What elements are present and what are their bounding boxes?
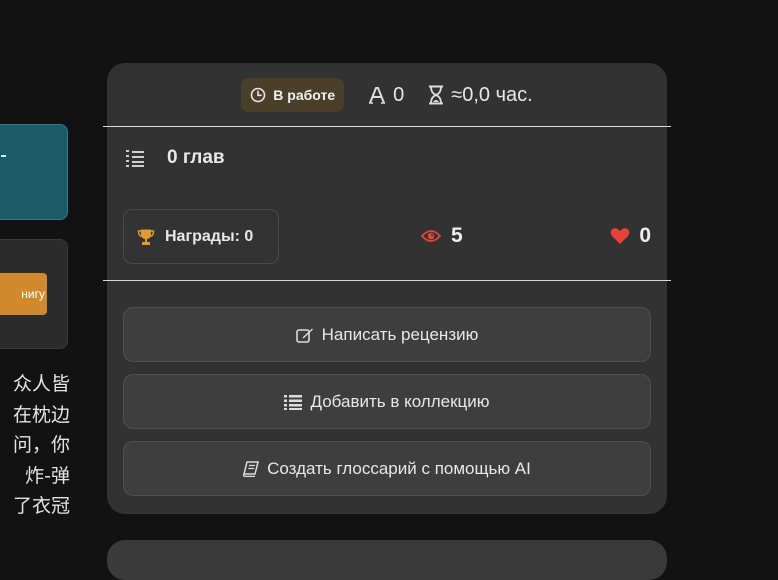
book-info-card: В работе 0 ≈0,0 час. 0 глав Награды: 0 5… xyxy=(103,63,671,514)
edit-icon xyxy=(295,327,314,343)
divider xyxy=(103,126,671,127)
letters-count: 0 xyxy=(393,83,405,106)
left-text-line: 炸-弹 xyxy=(25,464,70,487)
font-size-icon xyxy=(368,86,386,104)
reading-time-stat: ≈0,0 час. xyxy=(428,83,533,107)
left-text-line: 众人皆 xyxy=(12,373,70,395)
list-icon xyxy=(284,394,303,410)
left-teal-card[interactable] xyxy=(0,124,68,220)
reading-time: ≈0,0 час. xyxy=(451,83,533,106)
list-numbered-icon xyxy=(125,148,145,168)
awards-button[interactable]: Награды: 0 xyxy=(123,209,279,264)
create-glossary-label: Создать глоссарий с помощью AI xyxy=(267,458,531,478)
left-text-line: 了衣冠 xyxy=(12,495,70,517)
left-text-line: 问，你 xyxy=(12,434,70,456)
eye-icon xyxy=(421,229,441,243)
letters-stat: 0 xyxy=(368,84,404,107)
left-book-button[interactable]: нигу xyxy=(0,273,47,315)
chapters-count: 0 глав xyxy=(167,147,225,168)
left-text-line: 在枕边 xyxy=(12,403,70,426)
views-stat: 5 xyxy=(421,224,463,248)
create-glossary-button[interactable]: Создать глоссарий с помощью AI xyxy=(123,441,651,496)
awards-label: Награды: 0 xyxy=(165,227,254,245)
views-count: 5 xyxy=(451,224,463,247)
left-book-card: нигу xyxy=(0,239,68,349)
heart-icon xyxy=(610,227,630,245)
hourglass-icon xyxy=(428,85,444,105)
add-to-collection-button[interactable]: Добавить в коллекцию xyxy=(123,374,651,429)
next-card xyxy=(107,540,667,580)
write-review-button[interactable]: Написать рецензию xyxy=(123,307,651,362)
divider xyxy=(103,280,671,281)
left-description-text: 众人皆 在枕边 问，你 炸-弹 了衣冠 xyxy=(0,369,70,522)
likes-stat[interactable]: 0 xyxy=(610,224,651,248)
status-row: В работе 0 ≈0,0 час. xyxy=(107,78,667,112)
likes-count: 0 xyxy=(639,224,651,247)
status-label: В работе xyxy=(273,87,336,103)
clock-icon xyxy=(250,87,266,103)
write-review-label: Написать рецензию xyxy=(321,324,479,344)
trophy-icon xyxy=(137,228,155,246)
teal-card-mark xyxy=(1,155,6,157)
add-to-collection-label: Добавить в коллекцию xyxy=(310,391,490,411)
book-icon xyxy=(243,460,260,477)
chapters-row: 0 глав xyxy=(125,147,225,169)
status-badge: В работе xyxy=(241,78,345,112)
